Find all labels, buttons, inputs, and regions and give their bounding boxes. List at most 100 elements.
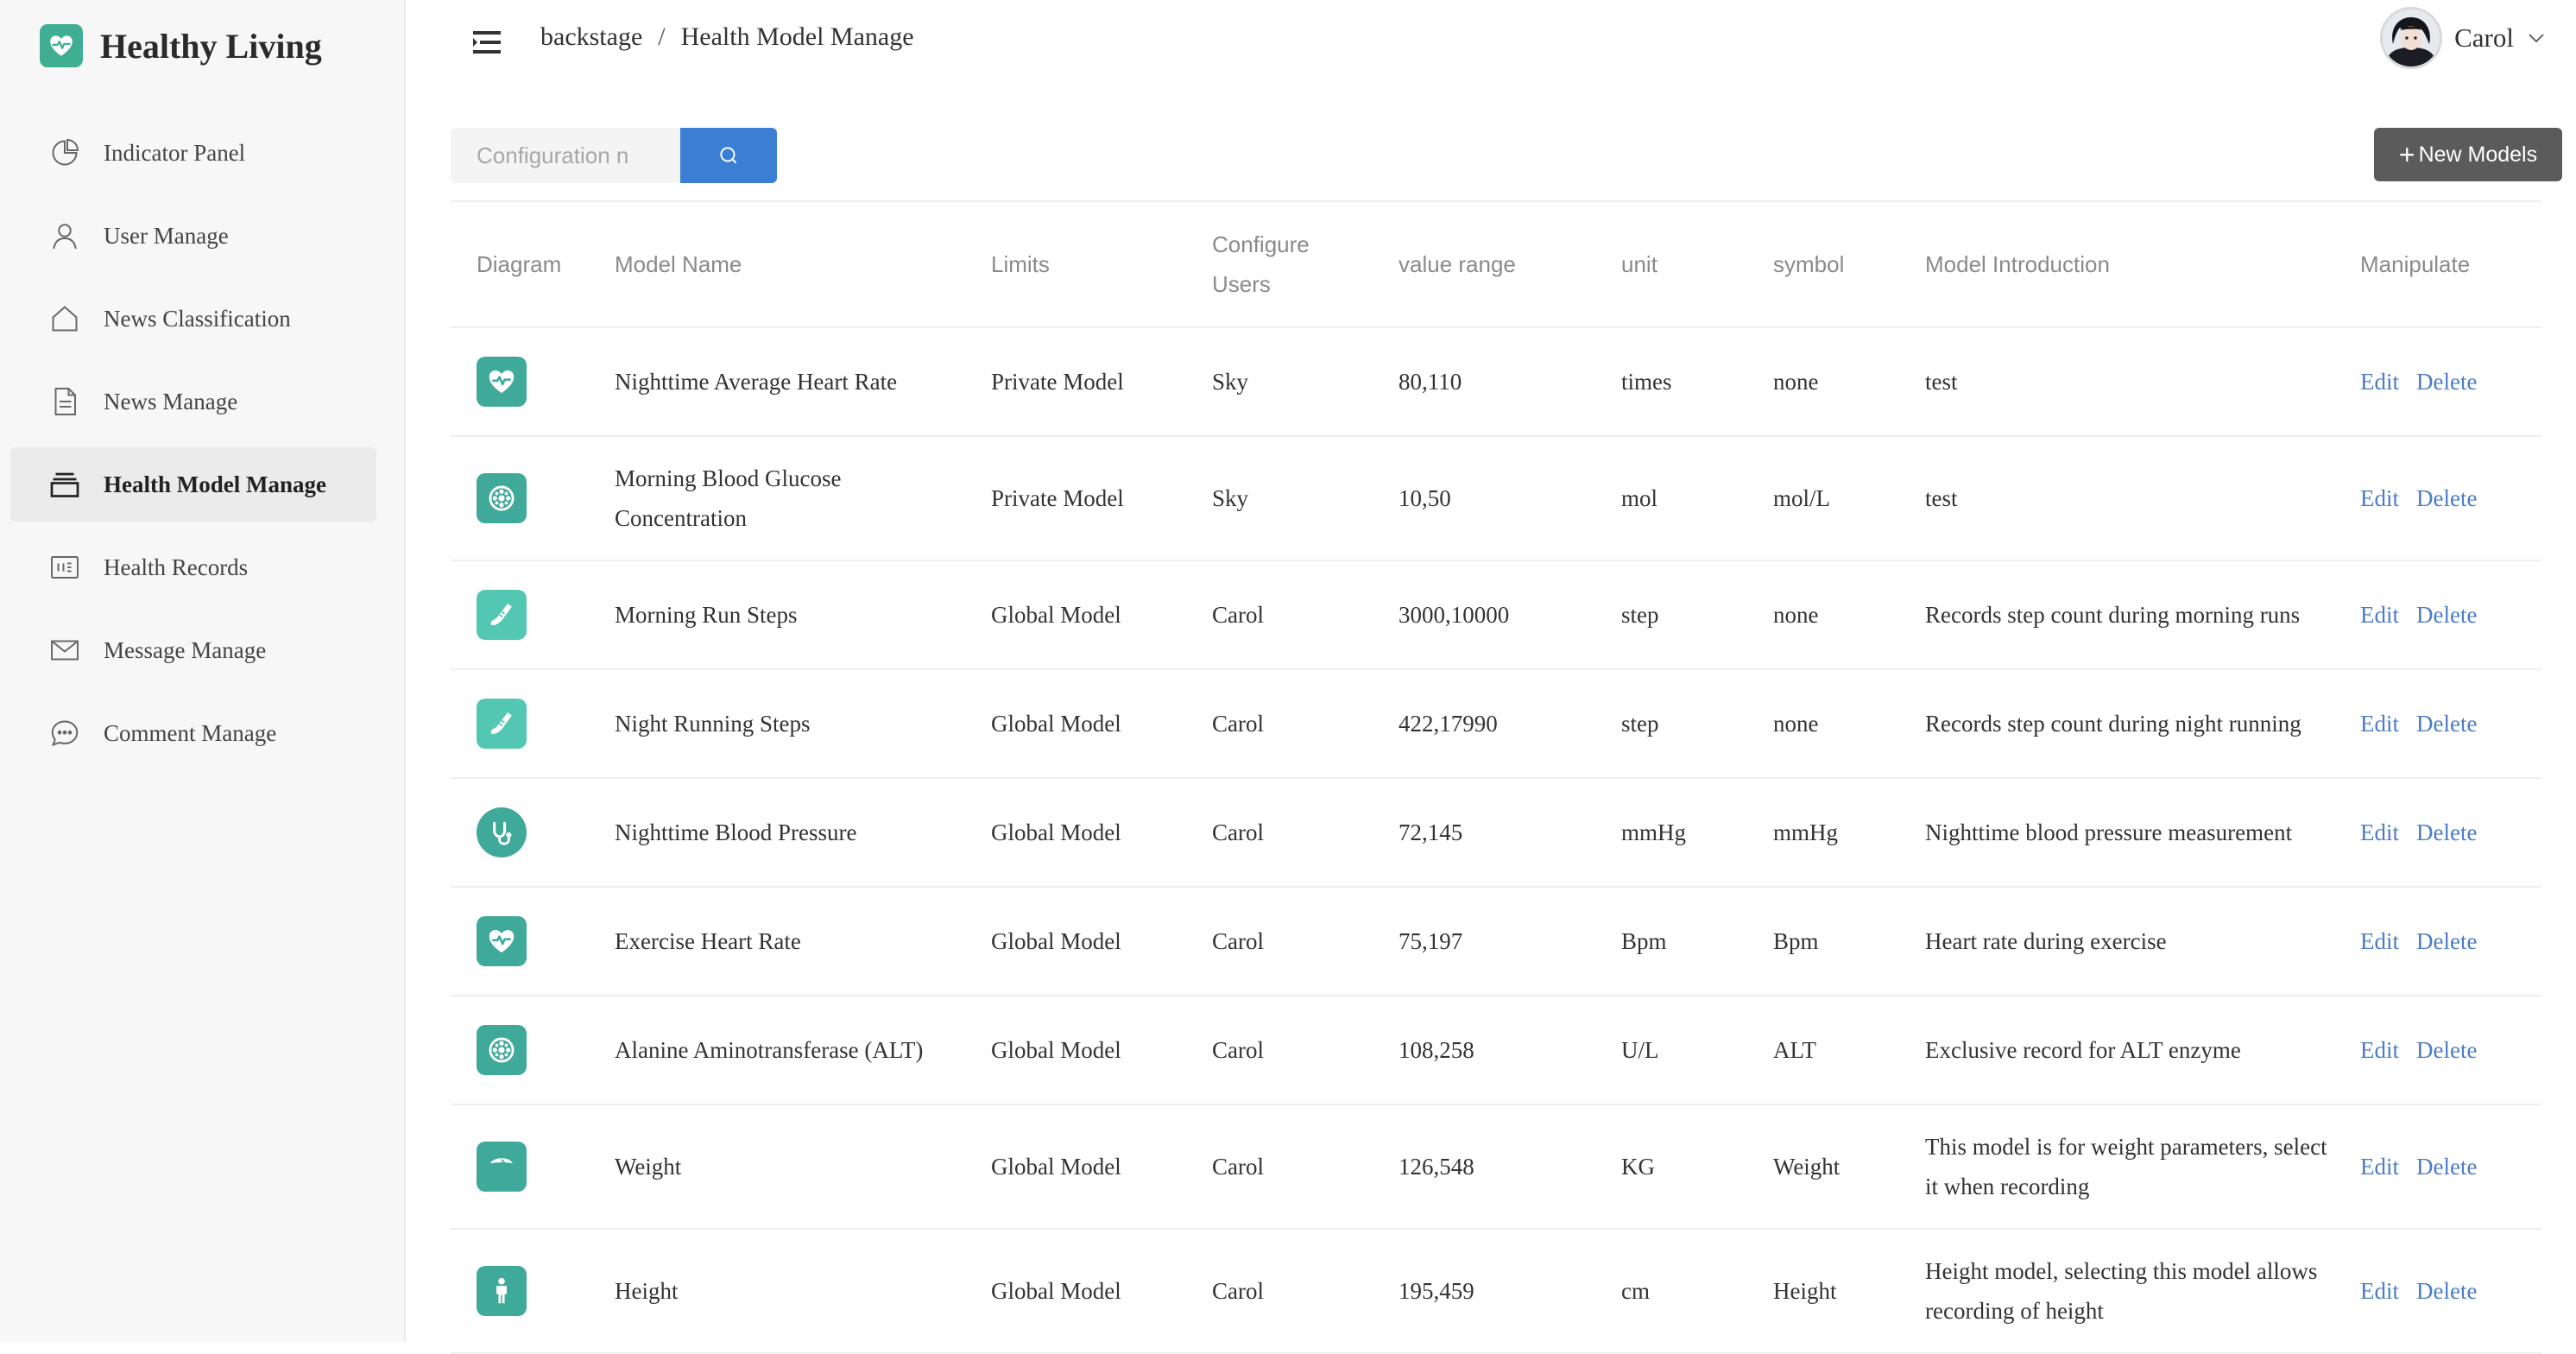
model-unit: Bpm <box>1621 928 1667 954</box>
search-button[interactable] <box>680 128 777 183</box>
model-users: Carol <box>1212 602 1264 628</box>
model-users: Carol <box>1212 1037 1264 1063</box>
edit-link[interactable]: Edit <box>2360 362 2399 402</box>
model-range: 195,459 <box>1398 1278 1474 1304</box>
sidebar-item-label: Message Manage <box>104 636 267 663</box>
sidebar: Healthy Living Indicator Panel User Mana… <box>0 0 406 1342</box>
model-intro: test <box>1925 369 1958 395</box>
table-row: Weight Global Model Carol 126,548 KG Wei… <box>451 1105 2541 1230</box>
pie-chart-icon <box>48 136 81 169</box>
sidebar-item-comment-manage[interactable]: Comment Manage <box>10 696 376 770</box>
model-intro: This model is for weight parameters, sel… <box>1925 1134 2327 1199</box>
sidebar-item-message-manage[interactable]: Message Manage <box>10 613 376 687</box>
edit-link[interactable]: Edit <box>2360 478 2399 518</box>
model-unit: U/L <box>1621 1037 1659 1063</box>
avatar[interactable] <box>2380 7 2443 69</box>
sidebar-item-health-model-manage[interactable]: Health Model Manage <box>10 447 376 522</box>
model-name: Morning Run Steps <box>615 602 798 628</box>
model-limits: Private Model <box>991 369 1124 395</box>
column-header-diagram: Diagram <box>477 251 562 277</box>
sidebar-item-label: News Manage <box>104 388 238 414</box>
sidebar-item-user-manage[interactable]: User Manage <box>10 199 376 273</box>
delete-link[interactable]: Delete <box>2416 704 2477 743</box>
model-range: 422,17990 <box>1398 711 1498 737</box>
heart-pulse-icon <box>40 24 83 67</box>
sidebar-item-indicator-panel[interactable]: Indicator Panel <box>10 116 376 190</box>
model-symbol: ALT <box>1773 1037 1817 1063</box>
model-unit: mol <box>1621 485 1658 511</box>
breadcrumb: backstage / Health Model Manage <box>540 22 914 52</box>
new-models-button[interactable]: + New Models <box>2374 128 2562 181</box>
model-intro: Nighttime blood pressure measurement <box>1925 819 2293 845</box>
column-header-symbol: symbol <box>1773 251 1845 277</box>
sidebar-item-news-manage[interactable]: News Manage <box>10 364 376 439</box>
model-unit: times <box>1621 369 1672 395</box>
model-users: Carol <box>1212 819 1264 845</box>
model-name: Night Running Steps <box>615 711 811 737</box>
sidebar-nav: Indicator Panel User Manage News Classif… <box>10 116 376 779</box>
sidebar-item-label: User Manage <box>104 222 229 249</box>
sidebar-item-label: Health Model Manage <box>104 471 326 497</box>
new-models-label: New Models <box>2418 142 2538 167</box>
table-row: Alanine Aminotransferase (ALT) Global Mo… <box>451 997 2541 1105</box>
model-limits: Global Model <box>991 602 1121 628</box>
delete-link[interactable]: Delete <box>2416 362 2477 402</box>
model-intro: Records step count during night running <box>1925 711 2301 737</box>
delete-link[interactable]: Delete <box>2416 1271 2477 1311</box>
model-unit: KG <box>1621 1154 1655 1180</box>
model-symbol: mol/L <box>1773 485 1830 511</box>
model-name: Alanine Aminotransferase (ALT) <box>615 1037 924 1063</box>
model-users: Carol <box>1212 1154 1264 1180</box>
layers-icon <box>48 468 81 501</box>
delete-link[interactable]: Delete <box>2416 921 2477 961</box>
model-symbol: mmHg <box>1773 819 1839 845</box>
sidebar-item-news-classification[interactable]: News Classification <box>10 282 376 356</box>
edit-link[interactable]: Edit <box>2360 704 2399 743</box>
column-header-unit: unit <box>1621 251 1657 277</box>
model-limits: Global Model <box>991 1154 1121 1180</box>
column-header-value-range: value range <box>1398 251 1516 277</box>
delete-link[interactable]: Delete <box>2416 1147 2477 1186</box>
model-limits: Global Model <box>991 819 1121 845</box>
sidebar-item-label: Health Records <box>104 554 249 580</box>
delete-link[interactable]: Delete <box>2416 1030 2477 1070</box>
edit-link[interactable]: Edit <box>2360 921 2399 961</box>
column-header-model-name: Model Name <box>615 251 742 277</box>
edit-link[interactable]: Edit <box>2360 595 2399 635</box>
delete-link[interactable]: Delete <box>2416 813 2477 852</box>
delete-link[interactable]: Delete <box>2416 595 2477 635</box>
breadcrumb-item-backstage[interactable]: backstage <box>540 22 642 51</box>
breadcrumb-item-current: Health Model Manage <box>680 22 914 51</box>
table-row: Nighttime Average Heart Rate Private Mod… <box>451 328 2541 437</box>
delete-link[interactable]: Delete <box>2416 478 2477 518</box>
edit-link[interactable]: Edit <box>2360 1271 2399 1311</box>
sidebar-item-health-records[interactable]: Health Records <box>10 530 376 604</box>
model-name: Morning Blood Glucose Concentration <box>615 465 842 531</box>
model-range: 75,197 <box>1398 928 1463 954</box>
table-row: Morning Run Steps Global Model Carol 300… <box>451 561 2541 670</box>
model-name: Exercise Heart Rate <box>615 928 801 954</box>
model-name: Nighttime Blood Pressure <box>615 819 857 845</box>
model-symbol: none <box>1773 711 1819 737</box>
chevron-down-icon[interactable] <box>2526 28 2547 48</box>
person-icon <box>477 1266 527 1316</box>
model-limits: Global Model <box>991 1278 1121 1304</box>
edit-link[interactable]: Edit <box>2360 813 2399 852</box>
sidebar-item-label: Comment Manage <box>104 719 277 746</box>
mail-icon <box>48 634 81 667</box>
search-input[interactable] <box>451 128 680 183</box>
edit-link[interactable]: Edit <box>2360 1147 2399 1186</box>
blood-pressure-icon <box>477 807 527 857</box>
model-symbol: Bpm <box>1773 928 1819 954</box>
menu-toggle-icon[interactable] <box>470 26 504 59</box>
search-icon <box>720 147 737 164</box>
brand[interactable]: Healthy Living <box>40 24 322 67</box>
model-users: Carol <box>1212 928 1264 954</box>
user-menu[interactable]: Carol <box>2380 7 2547 69</box>
table-header: Diagram Model Name Limits Configure User… <box>451 200 2541 328</box>
edit-link[interactable]: Edit <box>2360 1030 2399 1070</box>
column-header-manipulate: Manipulate <box>2360 251 2471 277</box>
running-shoe-icon <box>477 699 527 749</box>
model-name: Weight <box>615 1154 682 1180</box>
model-name: Height <box>615 1278 679 1304</box>
